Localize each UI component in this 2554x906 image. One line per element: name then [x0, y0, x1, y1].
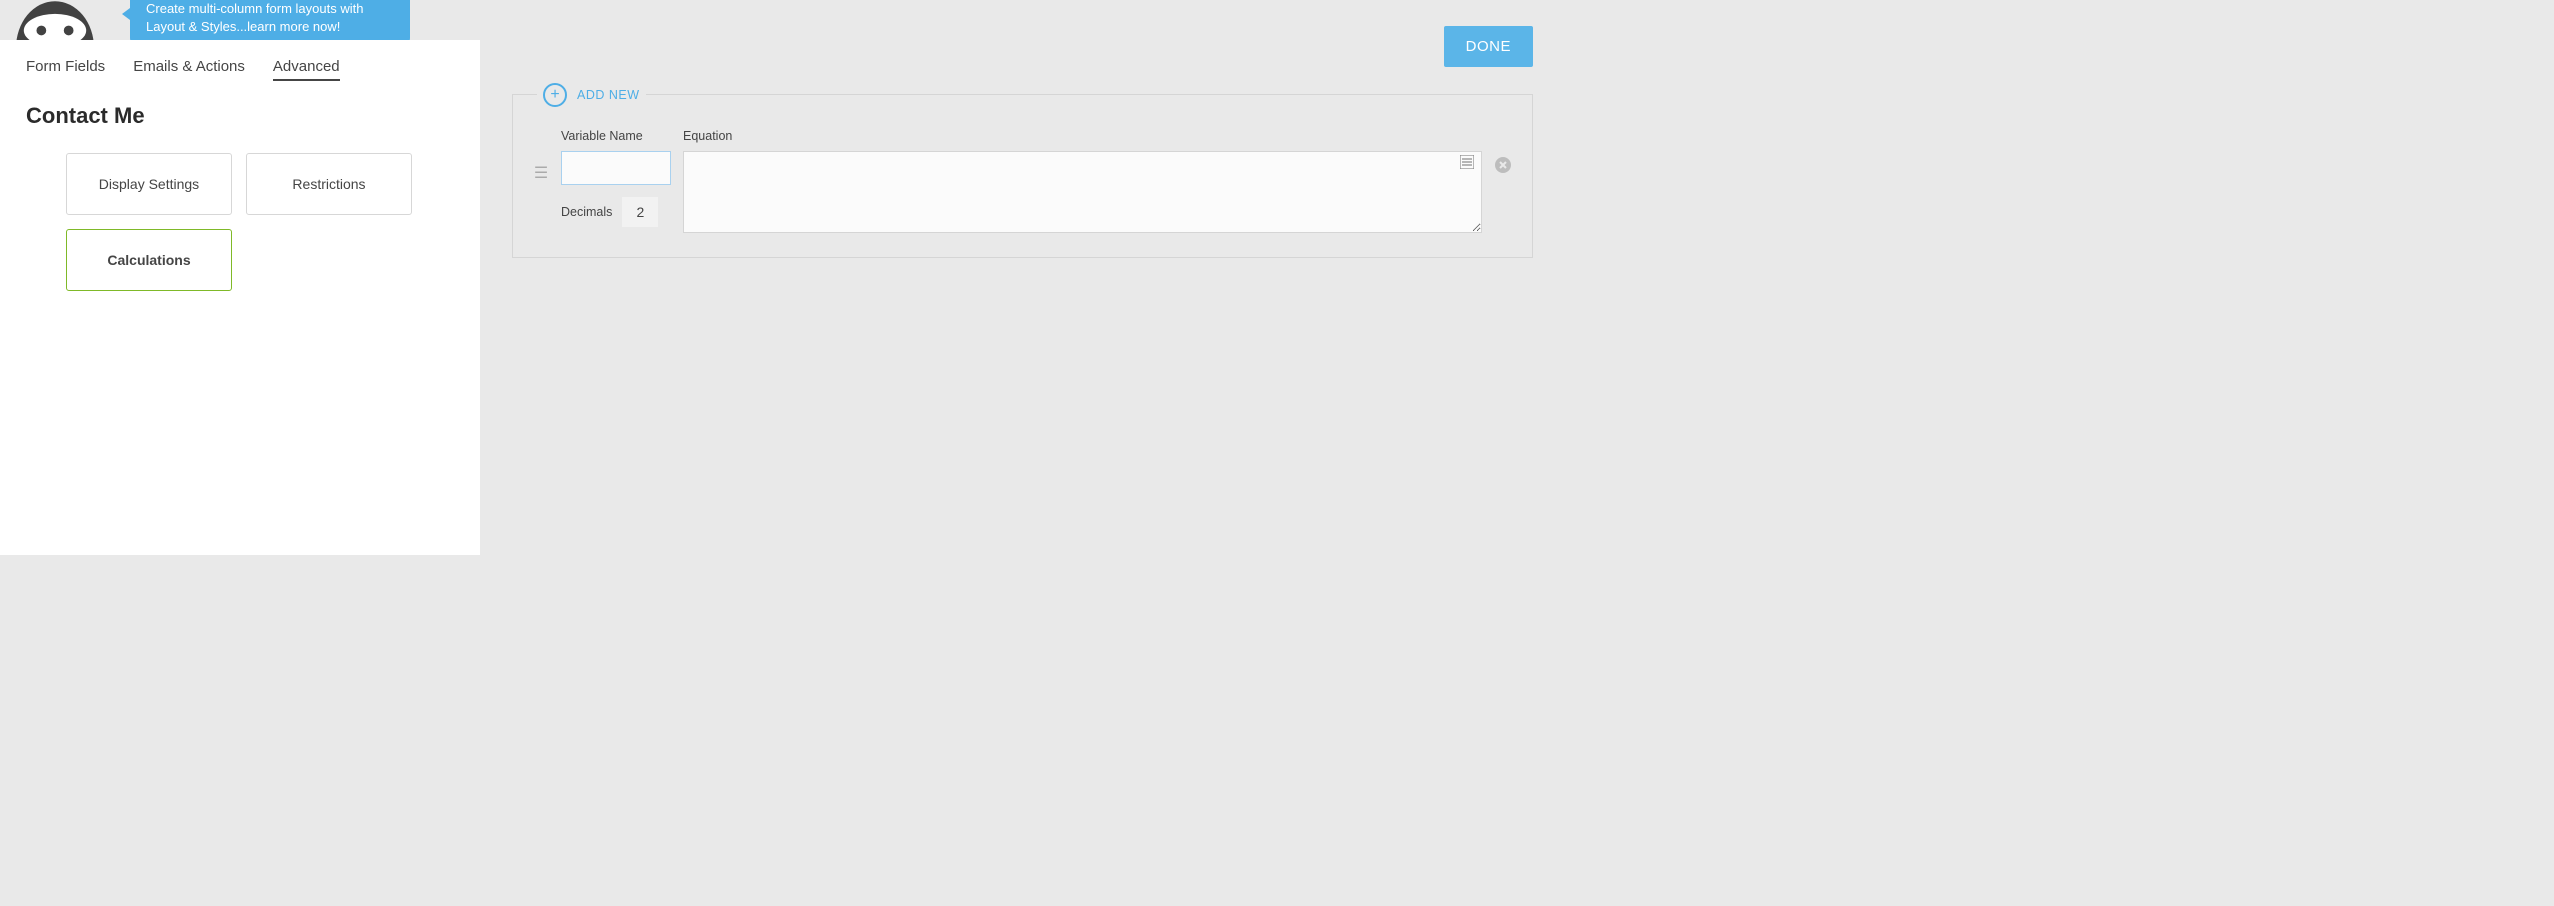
decimals-input[interactable] — [622, 197, 658, 227]
variable-name-input[interactable] — [561, 151, 671, 185]
card-calculations[interactable]: Calculations — [66, 229, 232, 291]
drag-handle-icon[interactable]: ☰ — [533, 129, 549, 183]
plus-icon: + — [543, 83, 567, 107]
promo-text: Create multi-column form layouts with La… — [146, 1, 363, 34]
equation-column: Equation — [683, 129, 1482, 237]
add-new-button[interactable]: + ADD NEW — [537, 83, 646, 107]
card-display-settings[interactable]: Display Settings — [66, 153, 232, 215]
decimals-label: Decimals — [561, 205, 612, 219]
calculations-panel: + ADD NEW ☰ Variable Name Decimals Equat… — [512, 94, 1533, 258]
tabs: Form Fields Emails & Actions Advanced — [26, 58, 454, 81]
tab-advanced[interactable]: Advanced — [273, 58, 340, 81]
left-panel: Form Fields Emails & Actions Advanced Co… — [0, 40, 480, 555]
equation-input[interactable] — [683, 151, 1482, 233]
decimals-group: Decimals — [561, 197, 671, 227]
tab-emails-actions[interactable]: Emails & Actions — [133, 58, 245, 81]
merge-tag-icon[interactable] — [1460, 155, 1474, 173]
equation-label: Equation — [683, 129, 1482, 143]
calculation-row: ☰ Variable Name Decimals Equation — [533, 129, 1512, 237]
settings-cards: Display Settings Restrictions Calculatio… — [26, 153, 454, 291]
header: Create multi-column form layouts with La… — [0, 0, 1565, 40]
variable-column: Variable Name Decimals — [561, 129, 671, 227]
tab-form-fields[interactable]: Form Fields — [26, 58, 105, 81]
variable-name-label: Variable Name — [561, 129, 671, 143]
done-button[interactable]: DONE — [1444, 26, 1533, 67]
form-title: Contact Me — [26, 103, 454, 129]
add-new-label: ADD NEW — [577, 88, 640, 102]
delete-row-icon[interactable] — [1494, 129, 1512, 178]
card-restrictions[interactable]: Restrictions — [246, 153, 412, 215]
